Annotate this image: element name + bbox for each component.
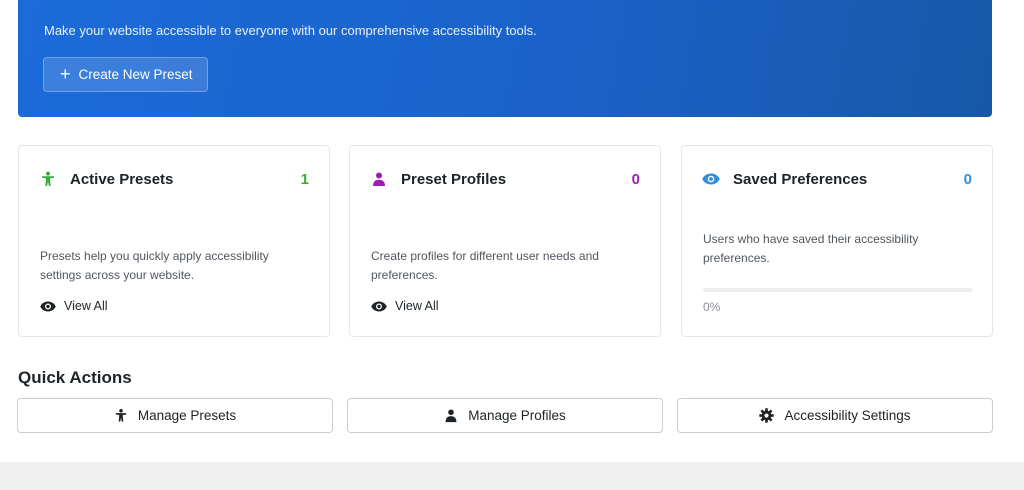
eye-icon: [40, 301, 56, 311]
preset-profiles-card: Preset Profiles 0 Create profiles for di…: [349, 145, 661, 337]
eye-icon: [371, 301, 387, 311]
create-new-preset-button[interactable]: + Create New Preset: [43, 57, 208, 92]
active-presets-title: Active Presets: [70, 171, 174, 188]
hero-description: Make your website accessible to everyone…: [44, 23, 537, 38]
hero-banner: Make your website accessible to everyone…: [18, 0, 992, 117]
preset-profiles-title: Preset Profiles: [401, 171, 507, 188]
accessibility-person-icon: [115, 409, 127, 422]
user-profile-icon: [370, 170, 388, 188]
manage-profiles-label: Manage Profiles: [468, 408, 566, 423]
saved-preferences-progress-bar: [703, 288, 972, 292]
gear-icon: [759, 408, 775, 423]
preset-profiles-view-all-link[interactable]: View All: [371, 299, 439, 313]
plus-icon: +: [60, 63, 71, 84]
active-presets-description: Presets help you quickly apply accessibi…: [40, 249, 269, 282]
create-new-preset-label: Create New Preset: [78, 67, 193, 82]
manage-profiles-button[interactable]: Manage Profiles: [347, 398, 663, 433]
dashboard-page: Make your website accessible to everyone…: [0, 0, 1024, 490]
manage-presets-button[interactable]: Manage Presets: [17, 398, 333, 433]
manage-presets-label: Manage Presets: [137, 408, 237, 423]
preset-profiles-description: Create profiles for different user needs…: [371, 249, 599, 282]
accessibility-person-icon: [39, 170, 57, 188]
view-all-label: View All: [64, 299, 108, 313]
accessibility-settings-button[interactable]: Accessibility Settings: [677, 398, 993, 433]
user-icon: [445, 409, 457, 423]
active-presets-count: 1: [300, 171, 309, 188]
saved-preferences-count: 0: [963, 171, 972, 188]
view-all-label: View All: [395, 299, 439, 313]
active-presets-card: Active Presets 1 Presets help you quickl…: [18, 145, 330, 337]
quick-actions-heading: Quick Actions: [18, 368, 132, 387]
preset-profiles-count: 0: [631, 171, 640, 188]
saved-preferences-percentage: 0%: [703, 300, 721, 314]
active-presets-view-all-link[interactable]: View All: [40, 299, 108, 313]
saved-preferences-description: Users who have saved their accessibility…: [703, 232, 919, 265]
footer-area: [0, 462, 1024, 490]
saved-preferences-card: Saved Preferences 0 Users who have saved…: [681, 145, 993, 337]
accessibility-settings-label: Accessibility Settings: [784, 408, 911, 423]
saved-preferences-title: Saved Preferences: [733, 171, 868, 188]
eye-icon: [702, 170, 720, 188]
